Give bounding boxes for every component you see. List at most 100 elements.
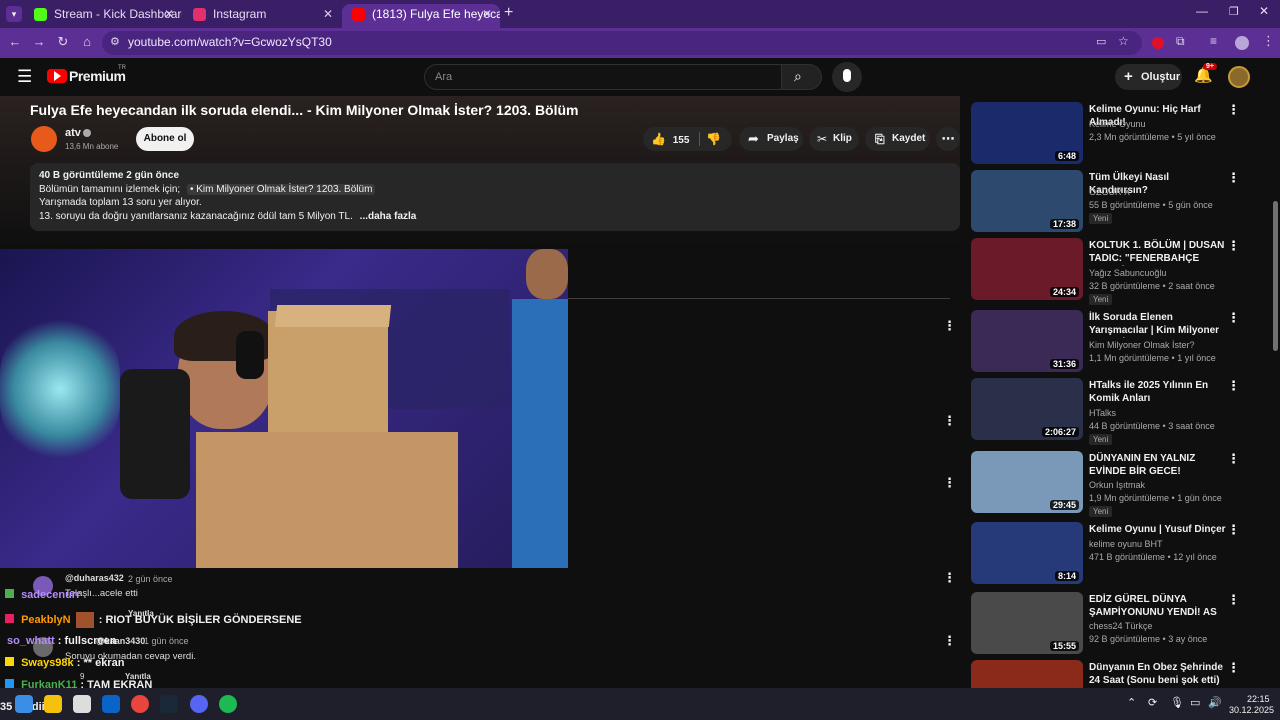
restore-icon[interactable]: ❐ [1229, 5, 1239, 18]
video-thumbnail[interactable]: 2:06:27 [971, 378, 1083, 440]
tray-network-icon[interactable]: ▭ [1190, 696, 1200, 709]
forward-icon[interactable]: → [30, 34, 48, 49]
recommended-video[interactable]: 29:45 DÜNYANIN EN YALNIZ EVİNDE BİR GECE… [971, 451, 1261, 517]
notifications-button[interactable]: 🔔 9+ [1192, 63, 1217, 86]
file-explorer-icon[interactable] [44, 695, 62, 713]
recommended-video[interactable]: 17:38 Tüm Ülkeyi Nasıl Kandırırsın? ÖZGÜ… [971, 170, 1261, 234]
more-actions-button[interactable]: ⋯ [936, 127, 960, 151]
share-button[interactable]: ➦ Paylaş [739, 127, 803, 151]
like-button[interactable]: 👍 155 [651, 127, 695, 153]
tray-sync-icon[interactable]: ⟳ [1148, 696, 1157, 709]
channel-avatar[interactable] [31, 126, 57, 152]
video-title[interactable]: İlk Soruda Elenen Yarışmacılar | Kim Mil… [1089, 311, 1227, 338]
tab-youtube[interactable]: (1813) Fulya Efe heyecandan ilk ✕ [342, 4, 500, 28]
video-thumbnail[interactable]: 8:14 [971, 522, 1083, 584]
comment-menu-icon[interactable]: ⋮ [943, 475, 956, 491]
recommended-video[interactable]: 31:36 İlk Soruda Elenen Yarışmacılar | K… [971, 310, 1261, 374]
channel-name[interactable]: Kim Milyoner Olmak İster? [1089, 340, 1195, 350]
video-title[interactable]: Kelime Oyunu | Yusuf Dinçer [1089, 523, 1227, 536]
video-menu-icon[interactable]: ⋮ [1227, 238, 1240, 254]
tab-kick-dashboard[interactable]: Stream - Kick Dashboard ✕ [24, 4, 182, 28]
video-title[interactable]: DÜNYANIN EN YALNIZ EVİNDE BİR GECE! [1089, 452, 1227, 478]
video-menu-icon[interactable]: ⋮ [1227, 522, 1240, 538]
close-icon[interactable]: ✕ [482, 4, 492, 24]
channel-name[interactable]: kelime oyunu BHT [1089, 539, 1163, 549]
site-info-icon[interactable]: ⚙ [110, 35, 120, 48]
video-thumbnail[interactable] [971, 660, 1083, 688]
home-icon[interactable]: ⌂ [78, 34, 96, 49]
clock-time[interactable]: 22:15 [1247, 694, 1270, 704]
create-button[interactable]: + Oluştur [1115, 64, 1182, 90]
recommended-video[interactable]: 2:06:27 HTalks ile 2025 Yılının En Komik… [971, 378, 1261, 445]
discord-icon[interactable] [190, 695, 208, 713]
recommended-video[interactable]: Dünyanın En Obez Şehrinde 24 Saat (Sonu … [971, 660, 1261, 688]
reload-icon[interactable]: ↻ [54, 34, 72, 50]
video-thumbnail[interactable]: 24:34 [971, 238, 1083, 300]
video-thumbnail[interactable]: 6:48 [971, 102, 1083, 164]
video-menu-icon[interactable]: ⋮ [1227, 310, 1240, 326]
scrollbar-thumb[interactable] [1273, 201, 1278, 351]
video-thumbnail[interactable]: 15:55 [971, 592, 1083, 654]
video-menu-icon[interactable]: ⋮ [1227, 102, 1240, 118]
minimize-icon[interactable]: — [1196, 4, 1208, 18]
search-button[interactable]: ⌕ [782, 64, 822, 90]
close-icon[interactable]: ✕ [323, 4, 333, 24]
tray-chevron-icon[interactable]: ⌃ [1127, 696, 1136, 709]
tab-instagram[interactable]: Instagram ✕ [183, 4, 341, 28]
video-menu-icon[interactable]: ⋮ [1227, 660, 1240, 676]
video-menu-icon[interactable]: ⋮ [1227, 451, 1240, 467]
dislike-button[interactable]: 👎 [706, 127, 721, 153]
store-icon[interactable] [73, 695, 91, 713]
extensions-icon[interactable]: ⧉ [1176, 34, 1185, 49]
video-title[interactable]: HTalks ile 2025 Yılının En Komik Anları [1089, 379, 1227, 405]
search-input[interactable]: Ara [424, 64, 782, 90]
video-thumbnail[interactable]: 31:36 [971, 310, 1083, 372]
video-thumbnail[interactable]: 17:38 [971, 170, 1083, 232]
tray-volume-icon[interactable]: 🔊 [1208, 696, 1222, 709]
comment-author[interactable]: @duharas432 [65, 573, 124, 583]
description-link[interactable]: • Kim Milyoner Olmak İster? 1203. Bölüm [186, 183, 376, 195]
description-box[interactable]: 40 B görüntüleme 2 gün önce Bölümün tama… [30, 163, 960, 231]
channel-name[interactable]: chess24 Türkçe [1089, 621, 1152, 631]
save-button[interactable]: ⎘ Kaydet [865, 127, 930, 151]
channel-name[interactable]: ÖZGÜR X [1089, 187, 1130, 197]
tray-mic-icon[interactable]: 🎙 [1170, 696, 1184, 709]
start-icon[interactable] [15, 695, 33, 713]
tab-search-button[interactable]: ▾ [6, 6, 22, 22]
url-text[interactable]: youtube.com/watch?v=GcwozYsQT30 [128, 35, 332, 49]
steam-icon[interactable] [160, 695, 178, 713]
bookmark-star-icon[interactable]: ☆ [1118, 34, 1129, 48]
channel-name[interactable]: atv [65, 127, 81, 139]
comment-menu-icon[interactable]: ⋮ [943, 318, 956, 334]
channel-name[interactable]: Kelime Oyunu [1089, 119, 1146, 129]
recommended-video[interactable]: 8:14 Kelime Oyunu | Yusuf Dinçer kelime … [971, 522, 1261, 586]
outlook-icon[interactable] [102, 695, 120, 713]
new-tab-button[interactable]: + [504, 4, 513, 22]
cast-icon[interactable]: ▭ [1096, 35, 1106, 48]
url-bar[interactable]: ⚙ youtube.com/watch?v=GcwozYsQT30 ▭ ☆ [102, 31, 1142, 55]
spotify-icon[interactable] [219, 695, 237, 713]
browser-menu-icon[interactable]: ⋮ [1262, 33, 1275, 49]
profile-avatar[interactable] [1235, 36, 1249, 50]
close-icon[interactable]: ✕ [164, 4, 174, 24]
recommended-video[interactable]: 15:55 EDİZ GÜREL DÜNYA ŞAMPİYONUNU YENDİ… [971, 592, 1261, 656]
video-title[interactable]: KOLTUK 1. BÖLÜM | DUSAN TADIC: "FENERBAH… [1089, 239, 1227, 266]
hamburger-menu-icon[interactable]: ☰ [17, 67, 32, 87]
show-more-link[interactable]: ...daha fazla [360, 211, 417, 222]
voice-search-button[interactable] [832, 62, 862, 92]
media-control-icon[interactable]: ≡ [1210, 34, 1217, 48]
video-menu-icon[interactable]: ⋮ [1227, 592, 1240, 608]
channel-name[interactable]: Yağız Sabuncuoğlu [1089, 268, 1166, 278]
chrome-icon[interactable] [131, 695, 149, 713]
video-title[interactable]: Dünyanın En Obez Şehrinde 24 Saat (Sonu … [1089, 661, 1227, 687]
account-avatar[interactable] [1228, 66, 1250, 88]
page-scrollbar[interactable] [1271, 58, 1280, 688]
extension-opera-icon[interactable] [1152, 37, 1164, 49]
back-icon[interactable]: ← [6, 34, 24, 49]
comment-menu-icon[interactable]: ⋮ [943, 633, 956, 649]
subscribe-button[interactable]: Abone ol [136, 127, 194, 151]
comment-menu-icon[interactable]: ⋮ [943, 413, 956, 429]
clip-button[interactable]: ✂ Klip [809, 127, 859, 151]
video-menu-icon[interactable]: ⋮ [1227, 378, 1240, 394]
recommended-video[interactable]: 6:48 Kelime Oyunu: Hiç Harf Almadı! Keli… [971, 102, 1261, 166]
